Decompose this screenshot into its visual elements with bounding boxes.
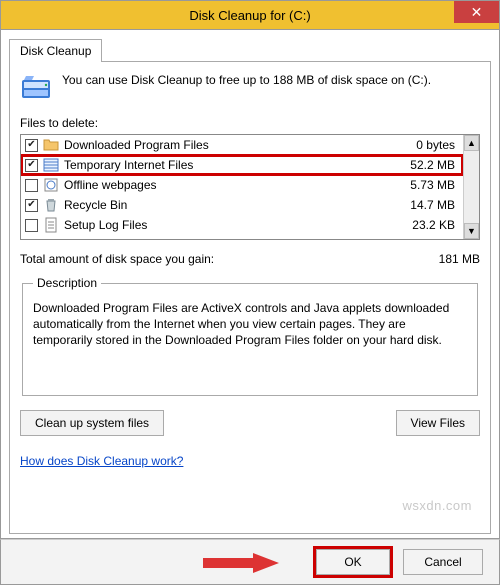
list-item[interactable]: Temporary Internet Files 52.2 MB	[21, 155, 463, 175]
file-size: 0 bytes	[416, 138, 459, 152]
disk-cleanup-icon	[20, 72, 52, 104]
tab-content: You can use Disk Cleanup to free up to 1…	[9, 62, 491, 534]
total-value: 181 MB	[439, 252, 480, 266]
total-label: Total amount of disk space you gain:	[20, 252, 214, 266]
tab-header: Disk Cleanup	[9, 38, 491, 62]
file-size: 14.7 MB	[410, 198, 459, 212]
file-size: 52.2 MB	[410, 158, 459, 172]
close-button[interactable]: ✕	[454, 1, 499, 23]
list-item[interactable]: Offline webpages 5.73 MB	[21, 175, 463, 195]
clean-up-system-files-button[interactable]: Clean up system files	[20, 410, 164, 436]
file-name: Setup Log Files	[64, 218, 407, 232]
list-item[interactable]: Recycle Bin 14.7 MB	[21, 195, 463, 215]
button-row: Clean up system files View Files	[20, 410, 480, 436]
ok-highlight: OK	[313, 546, 393, 578]
help-link[interactable]: How does Disk Cleanup work?	[20, 454, 183, 468]
file-name: Recycle Bin	[64, 198, 405, 212]
dialog-button-bar: OK Cancel	[0, 539, 500, 585]
intro-row: You can use Disk Cleanup to free up to 1…	[20, 72, 480, 104]
files-to-delete-label: Files to delete:	[20, 116, 480, 130]
arrow-callout-icon	[201, 552, 281, 574]
checkbox[interactable]	[25, 219, 38, 232]
file-name: Offline webpages	[64, 178, 405, 192]
file-name: Downloaded Program Files	[64, 138, 411, 152]
scroll-down-icon[interactable]: ▼	[464, 223, 479, 239]
file-size: 5.73 MB	[410, 178, 459, 192]
description-text: Downloaded Program Files are ActiveX con…	[33, 300, 467, 349]
intro-text: You can use Disk Cleanup to free up to 1…	[62, 72, 431, 104]
titlebar: Disk Cleanup for (C:) ✕	[0, 0, 500, 30]
view-files-button[interactable]: View Files	[396, 410, 480, 436]
checkbox[interactable]	[25, 199, 38, 212]
cancel-button[interactable]: Cancel	[403, 549, 483, 575]
scrollbar[interactable]: ▲ ▼	[463, 135, 479, 239]
description-legend: Description	[33, 276, 101, 290]
list-item[interactable]: Downloaded Program Files 0 bytes	[21, 135, 463, 155]
window-title: Disk Cleanup for (C:)	[1, 8, 499, 23]
tab-disk-cleanup[interactable]: Disk Cleanup	[9, 39, 102, 62]
checkbox[interactable]	[25, 139, 38, 152]
folder-icon	[43, 137, 59, 153]
description-group: Description Downloaded Program Files are…	[22, 276, 478, 396]
file-name: Temporary Internet Files	[64, 158, 405, 172]
total-row: Total amount of disk space you gain: 181…	[20, 252, 480, 266]
offline-webpages-icon	[43, 177, 59, 193]
checkbox[interactable]	[25, 159, 38, 172]
file-size: 23.2 KB	[412, 218, 459, 232]
checkbox[interactable]	[25, 179, 38, 192]
recycle-bin-icon	[43, 197, 59, 213]
list-item[interactable]: Setup Log Files 23.2 KB	[21, 215, 463, 235]
window-body: Disk Cleanup You can use Disk Cleanup to…	[0, 30, 500, 539]
scroll-up-icon[interactable]: ▲	[464, 135, 479, 151]
files-list: Downloaded Program Files 0 bytes Tempora…	[20, 134, 480, 240]
ok-button[interactable]: OK	[316, 549, 390, 575]
watermark: wsxdn.com	[402, 498, 472, 513]
internet-files-icon	[43, 157, 59, 173]
log-file-icon	[43, 217, 59, 233]
